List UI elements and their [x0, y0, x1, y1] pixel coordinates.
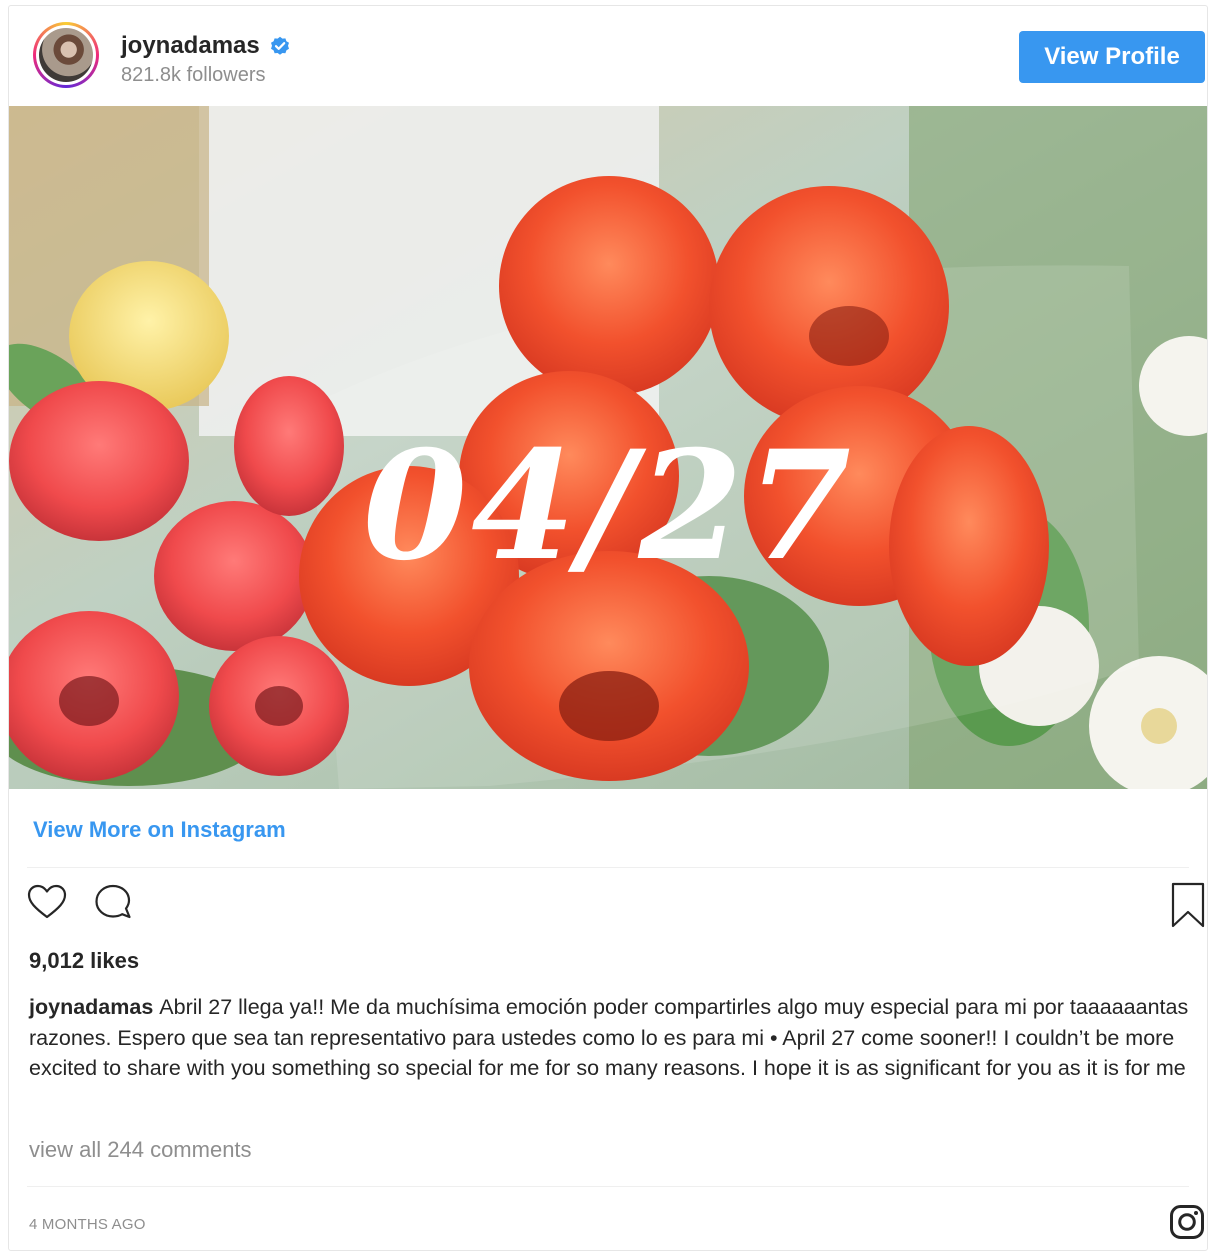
likes-count[interactable]: 9,012 likes — [29, 948, 139, 974]
comment-icon[interactable] — [93, 883, 133, 923]
caption-text: Abril 27 llega ya!! Me da muchísima emoc… — [29, 995, 1189, 1080]
verified-badge-icon — [270, 36, 289, 55]
view-profile-button[interactable]: View Profile — [1019, 31, 1205, 83]
date-overlay-text: 04/27 — [363, 418, 855, 594]
post-image[interactable]: 04/27 — [9, 106, 1207, 789]
username-row: joynadamas — [121, 32, 290, 60]
followers-count: 821.8k followers — [121, 64, 266, 86]
view-more-on-instagram-link[interactable]: View More on Instagram — [33, 817, 286, 843]
caption-username[interactable]: joynadamas — [29, 995, 153, 1019]
bookmark-icon[interactable] — [1171, 882, 1205, 928]
username-link[interactable]: joynadamas — [121, 32, 260, 60]
heart-icon[interactable] — [27, 884, 67, 920]
instagram-icon[interactable] — [1169, 1204, 1205, 1240]
post-header: joynadamas 821.8k followers View Profile — [9, 6, 1207, 106]
divider — [27, 867, 1189, 868]
post-caption: joynadamas Abril 27 llega ya!! Me da much… — [29, 992, 1204, 1084]
post-timestamp: 4 MONTHS AGO — [29, 1216, 146, 1233]
view-all-comments-link[interactable]: view all 244 comments — [29, 1137, 252, 1163]
avatar[interactable] — [33, 22, 99, 88]
tulip-bouquet-image: 04/27 — [9, 106, 1207, 789]
instagram-embed-card: joynadamas 821.8k followers View Profile — [8, 5, 1208, 1251]
avatar-image — [39, 28, 93, 82]
divider — [27, 1186, 1189, 1187]
